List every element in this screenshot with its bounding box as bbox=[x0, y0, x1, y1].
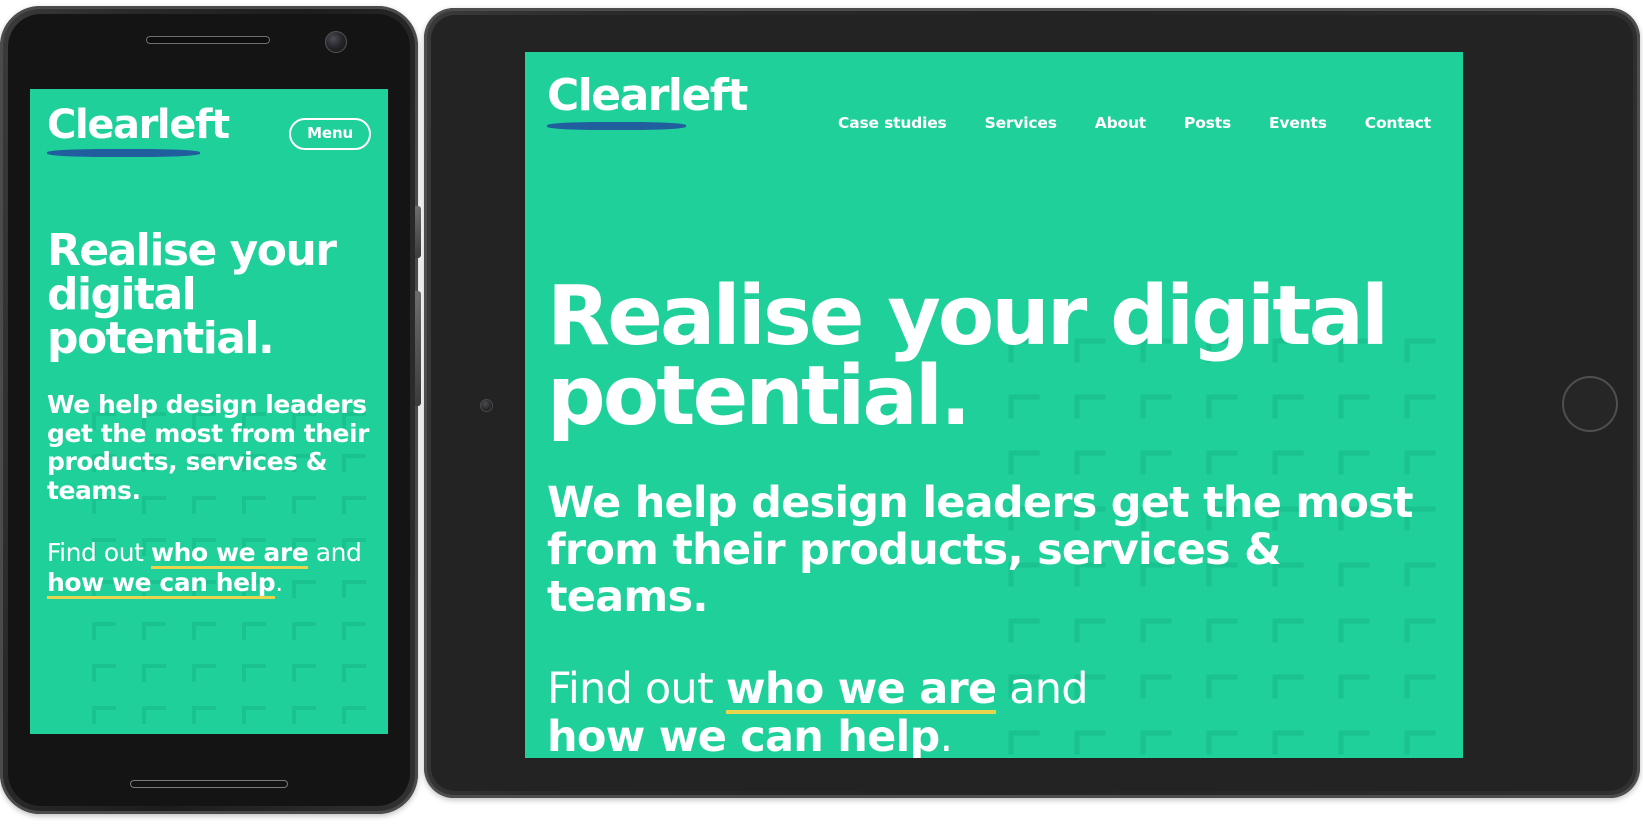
nav-item-about[interactable]: About bbox=[1095, 114, 1146, 132]
phone-hero-content: Realise your digital potential. We help … bbox=[47, 229, 376, 599]
link-how-we-can-help[interactable]: how we can help bbox=[47, 570, 276, 599]
nav-item-services[interactable]: Services bbox=[985, 114, 1057, 132]
phone-screen: Clearleft Menu Realise your digital pote… bbox=[30, 89, 388, 734]
tablet-hero-content: Realise your digital potential. We help … bbox=[547, 269, 1443, 758]
logo-wordmark: Clearleft bbox=[47, 102, 230, 148]
findout-suffix: . bbox=[939, 712, 953, 758]
tablet-front-camera-icon bbox=[480, 399, 493, 412]
tablet-site-header: Clearleft Case studies Services About Po… bbox=[547, 74, 1431, 150]
nav-item-posts[interactable]: Posts bbox=[1184, 114, 1231, 132]
phone-site-header: Clearleft Menu bbox=[47, 105, 371, 157]
tablet-screen: Clearleft Case studies Services About Po… bbox=[525, 52, 1463, 758]
phone-website-viewport: Clearleft Menu Realise your digital pote… bbox=[30, 89, 388, 734]
tablet-home-button[interactable] bbox=[1562, 376, 1618, 432]
hero-headline: Realise your digital potential. bbox=[547, 269, 1389, 445]
tablet-website-viewport: Clearleft Case studies Services About Po… bbox=[525, 52, 1463, 758]
site-logo[interactable]: Clearleft bbox=[547, 70, 748, 130]
link-how-we-can-help[interactable]: how we can help bbox=[547, 716, 940, 758]
phone-device-frame: Clearleft Menu Realise your digital pote… bbox=[0, 6, 421, 814]
phone-front-camera-icon bbox=[325, 31, 347, 53]
findout-middle: and bbox=[308, 538, 362, 567]
link-who-we-are[interactable]: who we are bbox=[151, 540, 309, 569]
hero-lede: We help design leaders get the most from… bbox=[547, 477, 1414, 623]
nav-item-contact[interactable]: Contact bbox=[1365, 114, 1431, 132]
mobile-menu-button[interactable]: Menu bbox=[289, 118, 371, 150]
findout-prefix: Find out bbox=[547, 663, 726, 714]
phone-power-button[interactable] bbox=[415, 291, 421, 406]
hero-findout-line: Find out who we are and how we can help. bbox=[547, 663, 1443, 758]
primary-navigation: Case studies Services About Posts Events… bbox=[838, 114, 1431, 132]
phone-volume-button[interactable] bbox=[415, 206, 421, 258]
logo-underline-stroke bbox=[547, 122, 686, 130]
tablet-device-frame: Clearleft Case studies Services About Po… bbox=[424, 8, 1640, 798]
hero-findout-line: Find out who we are and how we can help. bbox=[47, 538, 376, 599]
nav-item-case-studies[interactable]: Case studies bbox=[838, 114, 947, 132]
findout-suffix: . bbox=[275, 567, 283, 597]
link-who-we-are[interactable]: who we are bbox=[725, 667, 997, 715]
findout-middle: and bbox=[996, 663, 1088, 714]
phone-earpiece-speaker bbox=[146, 36, 270, 44]
nav-item-events[interactable]: Events bbox=[1269, 114, 1327, 132]
logo-underline-stroke bbox=[47, 149, 200, 157]
hero-headline: Realise your digital potential. bbox=[47, 225, 337, 364]
findout-prefix: Find out bbox=[47, 538, 152, 567]
phone-home-bar bbox=[130, 780, 288, 788]
logo-wordmark: Clearleft bbox=[547, 70, 748, 121]
responsive-device-mockup: Clearleft Menu Realise your digital pote… bbox=[0, 0, 1643, 839]
hero-lede: We help design leaders get the most from… bbox=[47, 390, 370, 505]
site-logo[interactable]: Clearleft bbox=[47, 102, 230, 157]
